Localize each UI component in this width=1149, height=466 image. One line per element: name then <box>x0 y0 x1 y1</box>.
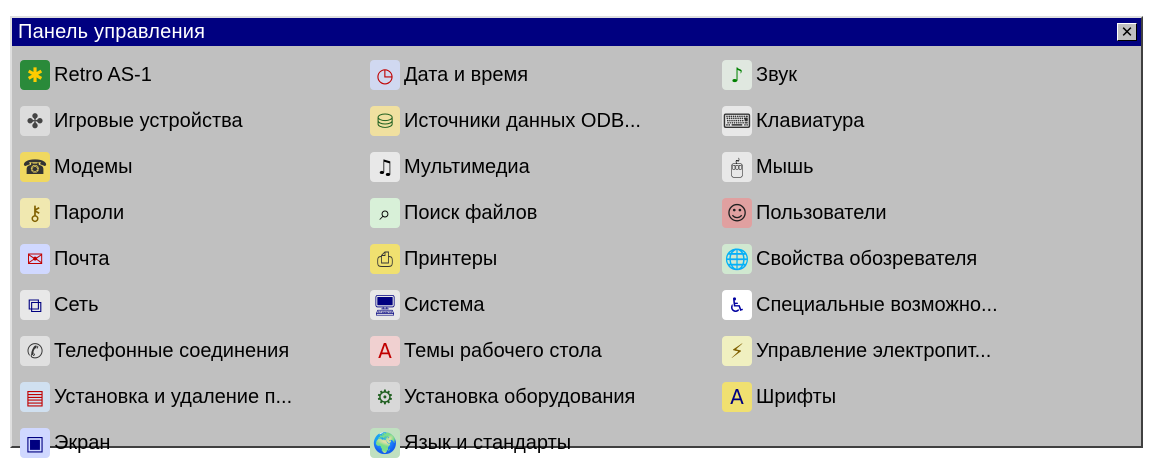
close-button[interactable]: ✕ <box>1117 23 1137 41</box>
control-panel-item[interactable]: ♪ Звук <box>722 52 1052 98</box>
control-panel-item[interactable]: ⌨ Клавиатура <box>722 98 1052 144</box>
desktop-themes-icon: A <box>370 336 400 366</box>
control-panel-item[interactable]: ✆ Телефонные соединения <box>20 328 370 374</box>
control-panel-item[interactable]: ♫ Мультимедиа <box>370 144 722 190</box>
control-panel-item[interactable]: A Шрифты <box>722 374 1052 420</box>
item-label: Retro AS-1 <box>54 63 152 86</box>
control-panel-item[interactable]: ✉ Почта <box>20 236 370 282</box>
item-label: Управление электропит... <box>756 339 992 362</box>
modem-icon: ☎ <box>20 152 50 182</box>
control-panel-item[interactable]: ✤ Игровые устройства <box>20 98 370 144</box>
control-panel-item[interactable]: ⌕ Поиск файлов <box>370 190 722 236</box>
item-label: Игровые устройства <box>54 109 243 132</box>
control-panel-item[interactable]: ▤ Установка и удаление п... <box>20 374 370 420</box>
item-label: Экран <box>54 431 111 454</box>
item-label: Поиск файлов <box>404 201 538 224</box>
multimedia-icon: ♫ <box>370 152 400 182</box>
item-label: Сеть <box>54 293 99 316</box>
window-title: Панель управления <box>18 20 206 43</box>
printers-folder-icon: ⎙ <box>370 244 400 274</box>
item-label: Пользователи <box>756 201 887 224</box>
item-label: Пароли <box>54 201 125 224</box>
control-panel-item[interactable]: 🌍 Язык и стандарты <box>370 420 722 466</box>
control-panel-window: Панель управления ✕ ✱ Retro AS-1 ◷ Дата и в… <box>10 16 1143 458</box>
find-files-icon: ⌕ <box>370 198 400 228</box>
item-label: Свойства обозревателя <box>756 247 978 270</box>
keys-icon: ⚷ <box>20 198 50 228</box>
mouse-icon: 🖱 <box>722 152 752 182</box>
item-label: Телефонные соединения <box>54 339 290 362</box>
close-icon: ✕ <box>1120 22 1134 41</box>
item-label: Шрифты <box>756 385 837 408</box>
item-label: Почта <box>54 247 110 270</box>
speaker-icon: ♪ <box>722 60 752 90</box>
power-management-icon: ⚡ <box>722 336 752 366</box>
add-remove-programs-icon: ▤ <box>20 382 50 412</box>
telephony-icon: ✆ <box>20 336 50 366</box>
control-panel-item[interactable]: 🖱 Мышь <box>722 144 1052 190</box>
keyboard-icon: ⌨ <box>722 106 752 136</box>
computer-icon: 🖥 <box>370 290 400 320</box>
item-label: Мышь <box>756 155 814 178</box>
control-panel-item[interactable]: ♿ Специальные возможно... <box>722 282 1052 328</box>
control-panel-item[interactable]: ▣ Экран <box>20 420 370 466</box>
item-label: Дата и время <box>404 63 529 86</box>
control-panel-item[interactable]: ☺ Пользователи <box>722 190 1052 236</box>
globe-icon: 🌍 <box>370 428 400 458</box>
database-icon: ⛁ <box>370 106 400 136</box>
game-controller-icon: ✱ <box>20 60 50 90</box>
control-panel-items: ✱ Retro AS-1 ◷ Дата и время ♪ Звук ✤ Игровые ус… <box>12 46 1141 466</box>
item-label: Язык и стандарты <box>404 431 572 454</box>
fonts-folder-icon: A <box>722 382 752 412</box>
item-label: Мультимедиа <box>404 155 530 178</box>
control-panel-item[interactable]: ⚷ Пароли <box>20 190 370 236</box>
control-panel-item[interactable]: 🖥 Система <box>370 282 722 328</box>
control-panel-item[interactable]: ⛁ Источники данных ODB... <box>370 98 722 144</box>
item-label: Специальные возможно... <box>756 293 998 316</box>
item-label: Источники данных ODB... <box>404 109 641 132</box>
item-label: Установка и удаление п... <box>54 385 293 408</box>
item-label: Темы рабочего стола <box>404 339 602 362</box>
item-label: Принтеры <box>404 247 498 270</box>
users-icon: ☺ <box>722 198 752 228</box>
internet-options-icon: 🌐 <box>722 244 752 274</box>
control-panel-item[interactable]: ⧉ Сеть <box>20 282 370 328</box>
item-label: Модемы <box>54 155 133 178</box>
calendar-clock-icon: ◷ <box>370 60 400 90</box>
network-icon: ⧉ <box>20 290 50 320</box>
item-label: Установка оборудования <box>404 385 636 408</box>
add-hardware-icon: ⚙ <box>370 382 400 412</box>
control-panel-item[interactable]: ✱ Retro AS-1 <box>20 52 370 98</box>
control-panel-item[interactable]: ⎙ Принтеры <box>370 236 722 282</box>
item-label: Звук <box>756 63 798 86</box>
joystick-icon: ✤ <box>20 106 50 136</box>
item-label: Система <box>404 293 485 316</box>
control-panel-item[interactable]: A Темы рабочего стола <box>370 328 722 374</box>
item-label: Клавиатура <box>756 109 865 132</box>
mail-icon: ✉ <box>20 244 50 274</box>
control-panel-item[interactable]: ⚡ Управление электропит... <box>722 328 1052 374</box>
control-panel-item[interactable]: ◷ Дата и время <box>370 52 722 98</box>
display-icon: ▣ <box>20 428 50 458</box>
control-panel-item[interactable]: 🌐 Свойства обозревателя <box>722 236 1052 282</box>
title-bar[interactable]: Панель управления ✕ <box>12 18 1141 46</box>
accessibility-icon: ♿ <box>722 290 752 320</box>
control-panel-item[interactable]: ☎ Модемы <box>20 144 370 190</box>
control-panel-item[interactable]: ⚙ Установка оборудования <box>370 374 722 420</box>
